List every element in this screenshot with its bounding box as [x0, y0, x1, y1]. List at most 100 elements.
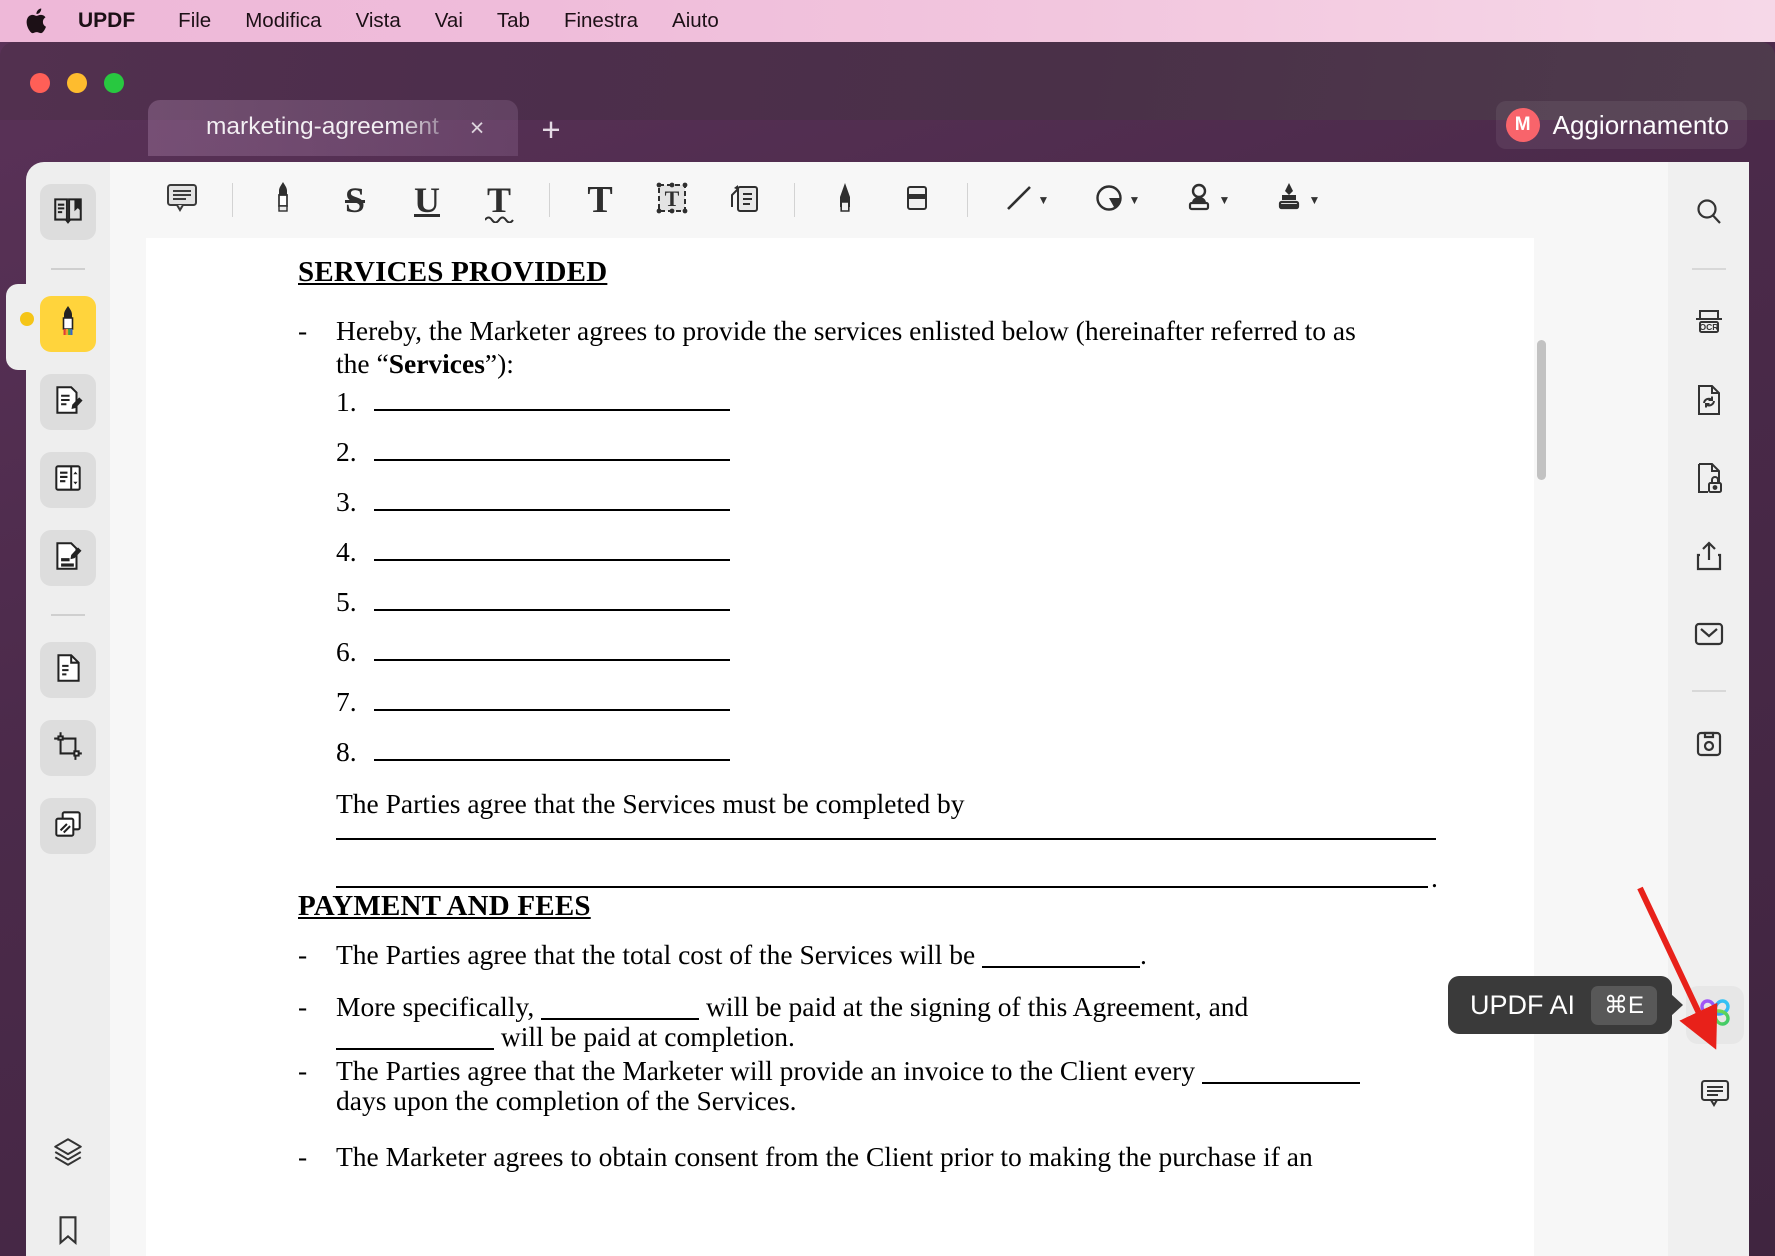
squiggly-underline-icon: T — [484, 179, 514, 223]
document-pencil-icon — [51, 383, 85, 422]
document-convert-icon — [1693, 383, 1725, 422]
comments-panel-button[interactable] — [1686, 1066, 1744, 1124]
sidebar-item-comment[interactable] — [40, 296, 96, 352]
menu-item-modifica[interactable]: Modifica — [228, 0, 338, 42]
bullet-dash: - — [298, 939, 308, 970]
tool-text-box[interactable]: T — [642, 171, 702, 229]
text-box-icon: T — [654, 180, 690, 221]
menu-item-vai[interactable]: Vai — [418, 0, 480, 42]
tool-callout[interactable] — [714, 171, 774, 229]
section-heading-services: SERVICES PROVIDED — [298, 256, 608, 288]
line-icon — [1005, 184, 1033, 217]
sidebar-item-ocr[interactable]: OCR — [1681, 296, 1737, 352]
sidebar-item-search[interactable] — [1681, 186, 1737, 242]
blank-line-long-2 — [336, 886, 1428, 888]
menu-item-updf[interactable]: UPDF — [78, 0, 161, 42]
close-icon[interactable]: × — [462, 113, 492, 143]
sidebar-item-fill-sign[interactable] — [40, 530, 96, 586]
shape-circle-icon — [1094, 183, 1124, 218]
left-sidebar — [6, 162, 110, 1256]
menu-item-aiuto[interactable]: Aiuto — [655, 0, 736, 42]
tooltip-shortcut: ⌘E — [1590, 985, 1657, 1025]
numbered-blank-list: 1. 2. 3. 4. 5. 6. 7. 8. — [336, 386, 976, 786]
bookmark-icon — [53, 1213, 83, 1252]
list-number: 5. — [336, 586, 357, 617]
intro-line-1: Hereby, the Marketer agrees to provide t… — [336, 315, 1356, 346]
menu-item-file[interactable]: File — [161, 0, 228, 42]
new-tab-button[interactable]: + — [533, 111, 569, 148]
sidebar-item-convert[interactable] — [40, 642, 96, 698]
tool-signature[interactable]: ▼ — [1258, 171, 1336, 229]
menu-item-tab[interactable]: Tab — [480, 0, 547, 42]
close-window-button[interactable] — [30, 73, 50, 93]
tool-line[interactable]: ▼ — [988, 171, 1066, 229]
maximize-window-button[interactable] — [104, 73, 124, 93]
chevron-down-icon[interactable]: ▼ — [1038, 194, 1050, 206]
sidebar-divider-2 — [51, 614, 85, 616]
signature-stamp-icon — [1274, 181, 1304, 220]
highlight-indicator-dot — [20, 312, 34, 326]
chevron-down-icon[interactable]: ▼ — [1129, 194, 1141, 206]
completion-text: The Parties agree that the Services must… — [336, 788, 965, 819]
update-button[interactable]: M Aggiornamento — [1495, 101, 1747, 149]
bullet-2-text-b: will be paid at the signing of this Agre… — [706, 990, 1249, 1022]
main-content-pane: S U T T T ▼ ▼ ▼ ▼ SERVICES PROVIDED - He… — [110, 162, 1668, 1256]
tool-highlight[interactable] — [253, 171, 313, 229]
list-number: 2. — [336, 436, 357, 467]
updf-ai-clover-icon — [1695, 993, 1735, 1038]
apple-logo-icon[interactable] — [22, 4, 52, 38]
tool-squiggly-underline[interactable]: T — [469, 171, 529, 229]
sidebar-item-email[interactable] — [1681, 608, 1737, 664]
sidebar-item-organize[interactable] — [40, 452, 96, 508]
tool-pencil[interactable] — [815, 171, 875, 229]
blank-line — [374, 659, 730, 661]
bullet-dash: - — [298, 315, 308, 346]
sidebar-item-convert[interactable] — [1681, 374, 1737, 430]
svg-text:OCR: OCR — [1699, 322, 1718, 332]
eraser-icon — [902, 181, 932, 220]
blank-line — [374, 459, 730, 461]
crop-icon — [51, 729, 85, 768]
sidebar-item-crop[interactable] — [40, 720, 96, 776]
comment-box-icon — [165, 182, 199, 219]
sidebar-item-share[interactable] — [1681, 530, 1737, 586]
pencil-icon — [831, 180, 859, 221]
sidebar-item-layers[interactable] — [40, 1126, 96, 1182]
completion-period: . — [1431, 862, 1438, 893]
list-number: 1. — [336, 386, 357, 417]
avatar: M — [1505, 108, 1540, 142]
tool-add-comment[interactable] — [152, 171, 212, 229]
document-tab[interactable]: marketing-agreement × — [148, 100, 518, 156]
menu-item-finestra[interactable]: Finestra — [547, 0, 655, 42]
sidebar-item-reader[interactable] — [40, 184, 96, 240]
sidebar-item-save[interactable] — [1681, 718, 1737, 774]
tool-strikethrough[interactable]: S — [325, 171, 385, 229]
sidebar-item-bookmarks[interactable] — [40, 1204, 96, 1256]
tool-eraser[interactable] — [887, 171, 947, 229]
menu-item-vista[interactable]: Vista — [339, 0, 418, 42]
book-reader-icon — [51, 193, 85, 232]
tool-shape[interactable]: ▼ — [1078, 171, 1156, 229]
list-number: 7. — [336, 686, 357, 717]
pdf-page: SERVICES PROVIDED - Hereby, the Marketer… — [146, 238, 1534, 1256]
minimize-window-button[interactable] — [67, 73, 87, 93]
tool-text[interactable]: T — [570, 171, 630, 229]
share-upload-icon — [1693, 539, 1725, 578]
sidebar-item-protect[interactable] — [1681, 452, 1737, 508]
document-fold-icon — [51, 651, 85, 690]
chevron-down-icon[interactable]: ▼ — [1309, 194, 1321, 206]
bullet-3-text-a: The Parties agree that the Marketer will… — [336, 1054, 1196, 1086]
right-divider-2 — [1691, 690, 1726, 692]
ocr-icon: OCR — [1692, 306, 1726, 343]
document-scroll-area[interactable]: SERVICES PROVIDED - Hereby, the Marketer… — [146, 238, 1534, 1256]
scrollbar-thumb[interactable] — [1537, 340, 1546, 480]
updf-ai-button[interactable] — [1686, 986, 1744, 1044]
tool-stamp[interactable]: ▼ — [1168, 171, 1246, 229]
tool-underline[interactable]: U — [397, 171, 457, 229]
section-heading-payment: PAYMENT AND FEES — [298, 890, 591, 922]
sidebar-item-edit[interactable] — [40, 374, 96, 430]
list-number: 3. — [336, 486, 357, 517]
list-item: 1. — [336, 386, 976, 436]
chevron-down-icon[interactable]: ▼ — [1219, 194, 1231, 206]
sidebar-item-batch[interactable] — [40, 798, 96, 854]
